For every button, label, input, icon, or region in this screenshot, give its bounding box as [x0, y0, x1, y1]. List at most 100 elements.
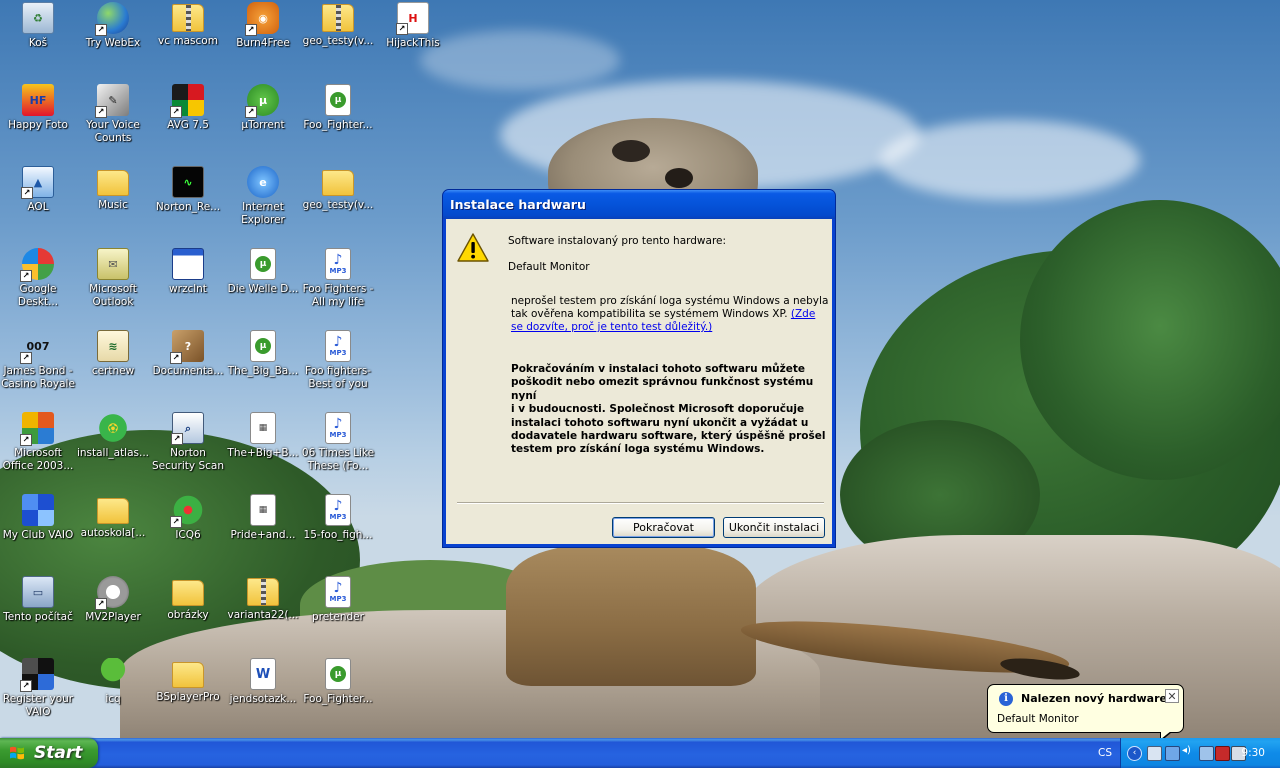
desktop-icon[interactable]: ♪ MP3 Foo Fighters - All my life	[300, 246, 376, 309]
stop-install-button[interactable]: Ukončit instalaci	[723, 517, 825, 538]
desktop-icon[interactable]: µ Foo_Fighter...	[300, 82, 376, 132]
certificate-icon: ≋	[97, 330, 129, 362]
desktop-icon[interactable]: µ Die Welle D...	[225, 246, 301, 296]
shortcut-arrow-icon: ↗	[170, 106, 182, 118]
desktop-icon[interactable]: µ ↗ µTorrent	[225, 82, 301, 132]
start-button[interactable]: Start	[0, 738, 98, 768]
desktop-icon[interactable]: ✎ ↗ Your Voice Counts	[75, 82, 151, 145]
shortcut-arrow-icon: ↗	[396, 23, 408, 35]
desktop-icon[interactable]: ∿ Norton_Re...	[150, 164, 226, 214]
windows-flag-icon	[10, 746, 24, 760]
volume-icon[interactable]: ◂)	[1182, 746, 1195, 759]
logo-test-text: neprošel testem pro získání loga systému…	[511, 295, 829, 320]
back-arrow-icon[interactable]: ‹	[1127, 746, 1142, 761]
desktop-icon[interactable]: My Club VAIO	[0, 492, 76, 542]
desktop-icon-label: Koš	[28, 37, 48, 49]
warning-line: Pokračováním v instalaci tohoto softwaru…	[511, 363, 806, 375]
desktop-icon-label: Happy Foto	[8, 119, 68, 131]
desktop-icon[interactable]: HF Happy Foto	[0, 82, 76, 132]
shortcut-arrow-icon: ↗	[95, 106, 107, 118]
desktop-icon[interactable]: ◉ ↗ Burn4Free	[225, 0, 301, 50]
new-hardware-balloon[interactable]: i Nalezen nový hardware Default Monitor …	[987, 684, 1184, 742]
folder-icon	[172, 662, 204, 688]
desktop-icon[interactable]: icq	[75, 656, 151, 706]
desktop-icon[interactable]: ↗ Microsoft Office 2003...	[0, 410, 76, 473]
desktop-icon-label: Norton Security Scan	[152, 447, 224, 472]
desktop-icon[interactable]: obrázky	[150, 574, 226, 622]
desktop-icon[interactable]: autoskola[...	[75, 492, 151, 540]
balloon-title: Nalezen nový hardware	[1021, 692, 1167, 705]
desktop-icon[interactable]: geo_testy(v...	[300, 0, 376, 48]
desktop-icon[interactable]: varianta22(...	[225, 574, 301, 622]
desktop-icon[interactable]: ↗ ICQ6	[150, 492, 226, 542]
office-icon: ↗	[20, 412, 54, 446]
desktop-icon[interactable]: Music	[75, 164, 151, 212]
desktop-icon-label: HijackThis	[386, 37, 440, 49]
dialog-logo-text: neprošel testem pro získání loga systému…	[511, 295, 829, 334]
desktop-icon[interactable]: ≋ certnew	[75, 328, 151, 378]
desktop-icon[interactable]: ? ↗ Documenta...	[150, 328, 226, 378]
desktop-icon[interactable]: Wjendsotazk...	[225, 656, 301, 706]
desktop-icon[interactable]: µ Foo_Fighter...	[300, 656, 376, 706]
desktop-icon[interactable]: ▦ Pride+and...	[225, 492, 301, 542]
shortcut-arrow-icon: ↗	[245, 106, 257, 118]
security-alert-icon[interactable]	[1215, 746, 1230, 761]
shortcut-arrow-icon: ↗	[20, 680, 32, 692]
warning-line: i v budoucnosti. Společnost Microsoft do…	[511, 403, 805, 416]
language-indicator[interactable]: CS	[1098, 747, 1112, 759]
desktop-icon[interactable]: ♪ MP3 06 Times Like These (Fo...	[300, 410, 376, 473]
folder-icon	[97, 170, 129, 196]
desktop-icon[interactable]: e Internet Explorer	[225, 164, 301, 227]
desktop-icon[interactable]: ♻ Koš	[0, 0, 76, 50]
desktop-icon-label: Foo_Fighter...	[303, 119, 373, 131]
desktop-icon[interactable]: ↗ MV2Player	[75, 574, 151, 624]
torrent-file-icon: µ	[325, 84, 351, 116]
shortcut-arrow-icon: ↗	[21, 187, 33, 199]
network-icon[interactable]	[1165, 746, 1180, 761]
desktop-icon[interactable]: ↗ AVG 7.5	[150, 82, 226, 132]
clock[interactable]: 9:30	[1241, 747, 1265, 759]
desktop-icon-label: Microsoft Outlook	[89, 283, 137, 308]
dialog-warning-text: Pokračováním v instalaci tohoto softwaru…	[511, 363, 831, 457]
zip-folder-icon	[322, 4, 354, 32]
desktop-icon[interactable]: geo_testy(v...	[300, 164, 376, 212]
monitor-icon[interactable]	[1199, 746, 1214, 761]
desktop-icon[interactable]: µ The_Big_Ba...	[225, 328, 301, 378]
desktop-icon[interactable]: ▲ ↗ AOL	[0, 164, 76, 214]
desktop-icon-label: MV2Player	[85, 611, 141, 623]
balloon-close-button[interactable]: ✕	[1165, 689, 1179, 703]
desktop-icon[interactable]: vc mascom	[150, 0, 226, 48]
desktop-icon[interactable]: BSplayerPro	[150, 656, 226, 704]
outlook-icon: ✉	[97, 248, 129, 280]
desktop-icon[interactable]: ↗ Try WebEx	[75, 0, 151, 50]
desktop-icon[interactable]: ♪ MP3 Foo fighters- Best of you	[300, 328, 376, 391]
dialog-title[interactable]: Instalace hardwaru	[443, 190, 835, 219]
warning-line: instalaci tohoto softwaru nyní ukončit a…	[511, 416, 809, 429]
desktop-icon[interactable]: wrzclnt	[150, 246, 226, 296]
desktop-icon-label: Music	[98, 199, 128, 211]
desktop-icon[interactable]: ↗ Register your VAIO	[0, 656, 76, 719]
desktop-icon-label: My Club VAIO	[2, 529, 74, 541]
desktop-icon[interactable]: ✿ install_atlas...	[75, 410, 151, 460]
desktop-icon[interactable]: ✉ Microsoft Outlook	[75, 246, 151, 309]
aol-icon: ▲ ↗	[21, 166, 54, 199]
desktop-icon[interactable]: ↗ Google Deskt...	[0, 246, 76, 309]
desktop-icon[interactable]: ▭ Tento počítač	[0, 574, 76, 624]
icq-flower-icon: ↗	[170, 494, 204, 528]
desktop-icon-label: Burn4Free	[236, 37, 290, 49]
shortcut-arrow-icon: ↗	[20, 352, 32, 364]
desktop-icon[interactable]: ♪ MP3 15-foo_figh...	[300, 492, 376, 542]
continue-button[interactable]: Pokračovat	[612, 517, 715, 538]
desktop-icon[interactable]: ⌕ ↗ Norton Security Scan	[150, 410, 226, 473]
desktop-icon[interactable]: H ↗ HijackThis	[375, 0, 451, 50]
torrent-file-icon: µ	[325, 658, 351, 690]
device-name: Default Monitor	[508, 261, 590, 273]
shortcut-arrow-icon: ↗	[95, 598, 107, 610]
zip-folder-icon	[172, 4, 204, 32]
hardware-icon[interactable]	[1147, 746, 1162, 761]
desktop-icon[interactable]: ▦ The+Big+B...	[225, 410, 301, 460]
desktop-icon[interactable]: 007 ↗ James Bond - Casino Royale	[0, 328, 76, 391]
desktop-icon-label: James Bond - Casino Royale	[1, 365, 75, 390]
desktop-icon[interactable]: ♪ MP3 pretender	[300, 574, 376, 624]
start-label: Start	[34, 743, 83, 763]
